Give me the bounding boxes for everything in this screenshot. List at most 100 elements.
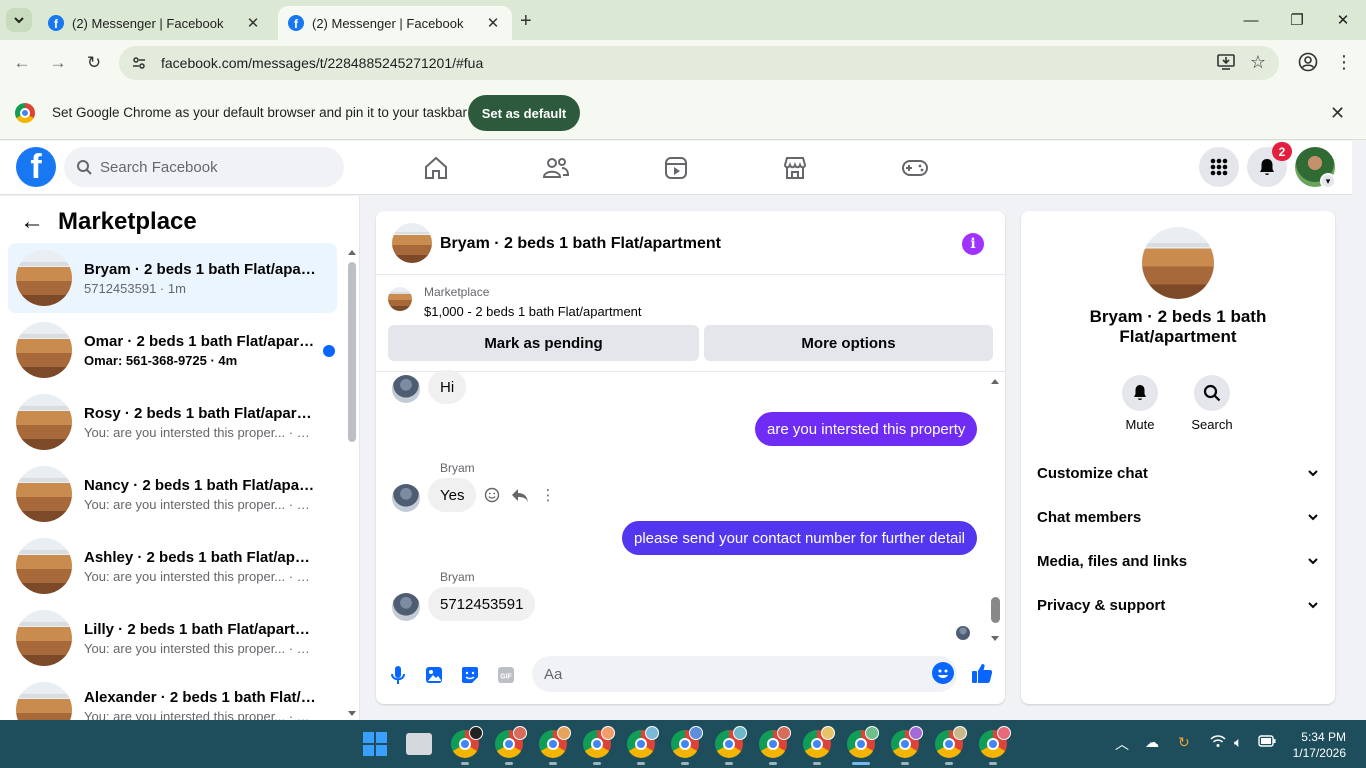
facebook-search-input[interactable]: Search Facebook [64, 147, 344, 187]
profile-icon[interactable] [1296, 50, 1320, 74]
listing-thumbnail [16, 394, 72, 450]
sync-icon[interactable]: ↻ [1178, 734, 1190, 751]
conversation-item[interactable]: Bryam · 2 beds 1 bath Flat/apartment 571… [8, 243, 337, 313]
listing-thumbnail[interactable] [388, 287, 412, 311]
conversation-item[interactable]: Omar · 2 beds 1 bath Flat/apartment Omar… [8, 315, 337, 385]
chrome-taskbar-icon[interactable] [495, 726, 527, 758]
browser-tab-2-active[interactable]: f (2) Messenger | Facebook ✕ [278, 6, 512, 40]
gif-icon[interactable]: GIF [494, 663, 518, 687]
battery-icon[interactable] [1258, 734, 1276, 750]
mute-button[interactable]: Mute [1110, 375, 1170, 432]
chrome-taskbar-icon[interactable] [935, 726, 967, 758]
minimize-icon[interactable]: — [1228, 0, 1274, 40]
conversation-item[interactable]: Nancy · 2 beds 1 bath Flat/apartment You… [8, 459, 337, 529]
thumbs-up-icon[interactable] [970, 661, 994, 685]
windows-start-icon[interactable] [363, 732, 387, 756]
back-arrow-icon[interactable]: ← [20, 208, 44, 236]
search-in-conversation-button[interactable]: Search [1182, 375, 1242, 432]
friends-icon[interactable] [541, 153, 571, 183]
reply-icon[interactable] [509, 484, 531, 506]
infobar-close-icon[interactable]: ✕ [1330, 103, 1345, 124]
message-bubble-incoming[interactable]: Yes [428, 478, 477, 512]
sender-avatar[interactable] [392, 484, 420, 512]
message-bubble-incoming[interactable]: 5712453591 [428, 587, 536, 621]
message-bubble-incoming[interactable]: Hi [428, 370, 467, 404]
restore-icon[interactable]: ❐ [1274, 0, 1320, 40]
profile-avatar[interactable] [1142, 227, 1214, 299]
marketplace-icon[interactable] [780, 153, 810, 183]
chat-title[interactable]: Bryam · 2 beds 1 bath Flat/apartment [440, 235, 721, 253]
site-info-icon[interactable] [131, 55, 147, 71]
privacy-support-section[interactable]: Privacy & support [1037, 587, 1319, 623]
back-arrow-icon[interactable]: ← [10, 51, 34, 75]
message-input[interactable]: Aa [532, 656, 957, 692]
conversation-list-pane: ← Marketplace Bryam · 2 beds 1 bath Flat… [0, 196, 360, 720]
set-as-default-button[interactable]: Set as default [468, 95, 580, 131]
task-view-icon[interactable] [406, 733, 432, 755]
mark-as-pending-button[interactable]: Mark as pending [388, 325, 699, 361]
facebook-logo-icon[interactable]: f [16, 147, 56, 187]
chevron-down-icon[interactable]: ▾ [1320, 173, 1336, 189]
menu-grid-icon[interactable] [1199, 147, 1239, 187]
tab-title: (2) Messenger | Facebook [312, 15, 464, 31]
install-app-icon[interactable] [1214, 50, 1238, 74]
reload-icon[interactable]: ↻ [82, 51, 106, 75]
volume-icon[interactable]: 🔈︎ [1234, 734, 1242, 751]
wifi-icon[interactable] [1210, 734, 1226, 751]
tab-close-icon[interactable]: ✕ [244, 14, 262, 32]
conversation-item[interactable]: Alexander · 2 beds 1 bath Flat/apartment… [8, 675, 337, 720]
chat-scrollbar[interactable] [990, 375, 1002, 643]
tab-search-button[interactable] [6, 8, 32, 32]
emoji-icon[interactable] [932, 662, 954, 684]
conversation-list-scrollbar[interactable] [347, 248, 357, 718]
media-files-links-section[interactable]: Media, files and links [1037, 543, 1319, 579]
sender-avatar[interactable] [392, 375, 420, 403]
more-options-button[interactable]: More options [704, 325, 993, 361]
video-icon[interactable] [661, 153, 691, 183]
more-actions-icon[interactable]: ⋮ [537, 484, 559, 506]
tray-chevron-up-icon[interactable]: ︿ [1115, 734, 1129, 754]
close-window-icon[interactable]: ✕ [1320, 0, 1366, 40]
chat-members-section[interactable]: Chat members [1037, 499, 1319, 535]
forward-arrow-icon[interactable]: → [46, 51, 70, 75]
chrome-taskbar-icon[interactable] [583, 726, 615, 758]
chrome-taskbar-icon[interactable] [759, 726, 791, 758]
chrome-taskbar-icon[interactable] [671, 726, 703, 758]
gaming-icon[interactable] [900, 153, 930, 183]
info-icon[interactable]: i [962, 233, 984, 255]
customize-chat-section[interactable]: Customize chat [1037, 455, 1319, 491]
page-scrollbar[interactable] [1352, 141, 1366, 720]
onedrive-icon[interactable]: ☁ [1145, 734, 1159, 751]
browser-tab-1[interactable]: f (2) Messenger | Facebook ✕ [38, 6, 272, 40]
conversation-item[interactable]: Lilly · 2 beds 1 bath Flat/apartment You… [8, 603, 337, 673]
photo-icon[interactable] [422, 663, 446, 687]
chrome-taskbar-icon[interactable] [891, 726, 923, 758]
listing-price[interactable]: $1,000 - 2 beds 1 bath Flat/apartment [424, 304, 642, 319]
chrome-taskbar-icon-active[interactable] [847, 726, 879, 758]
conversation-snippet: You: are you intersted this proper... · … [84, 640, 316, 656]
omnibox[interactable]: facebook.com/messages/t/2284885245271201… [119, 46, 1279, 80]
react-emoji-icon[interactable] [481, 484, 503, 506]
chrome-logo-icon [15, 103, 35, 123]
chrome-taskbar-icon[interactable] [803, 726, 835, 758]
chrome-taskbar-icon[interactable] [627, 726, 659, 758]
tab-close-icon[interactable]: ✕ [484, 14, 502, 32]
chat-avatar[interactable] [392, 223, 432, 263]
chrome-taskbar-icon[interactable] [715, 726, 747, 758]
conversation-item[interactable]: Ashley · 2 beds 1 bath Flat/apartment Yo… [8, 531, 337, 601]
conversation-item[interactable]: Rosy · 2 beds 1 bath Flat/apartment You:… [8, 387, 337, 457]
home-icon[interactable] [421, 153, 451, 183]
chrome-taskbar-icon[interactable] [451, 726, 483, 758]
chrome-menu-icon[interactable]: ⋮ [1332, 50, 1356, 74]
sticker-icon[interactable] [458, 663, 482, 687]
message-bubble-outgoing[interactable]: are you intersted this property [755, 412, 978, 446]
bookmark-star-icon[interactable]: ☆ [1246, 50, 1270, 74]
new-tab-plus-icon[interactable]: + [520, 10, 532, 33]
conversation-name: Alexander · 2 beds 1 bath Flat/apartment [84, 689, 316, 706]
system-clock[interactable]: 5:34 PM 1/17/2026 [1290, 729, 1346, 761]
sender-avatar[interactable] [392, 593, 420, 621]
chrome-taskbar-icon[interactable] [979, 726, 1011, 758]
microphone-icon[interactable] [386, 663, 410, 687]
chrome-taskbar-icon[interactable] [539, 726, 571, 758]
message-bubble-outgoing[interactable]: please send your contact number for furt… [622, 521, 978, 555]
